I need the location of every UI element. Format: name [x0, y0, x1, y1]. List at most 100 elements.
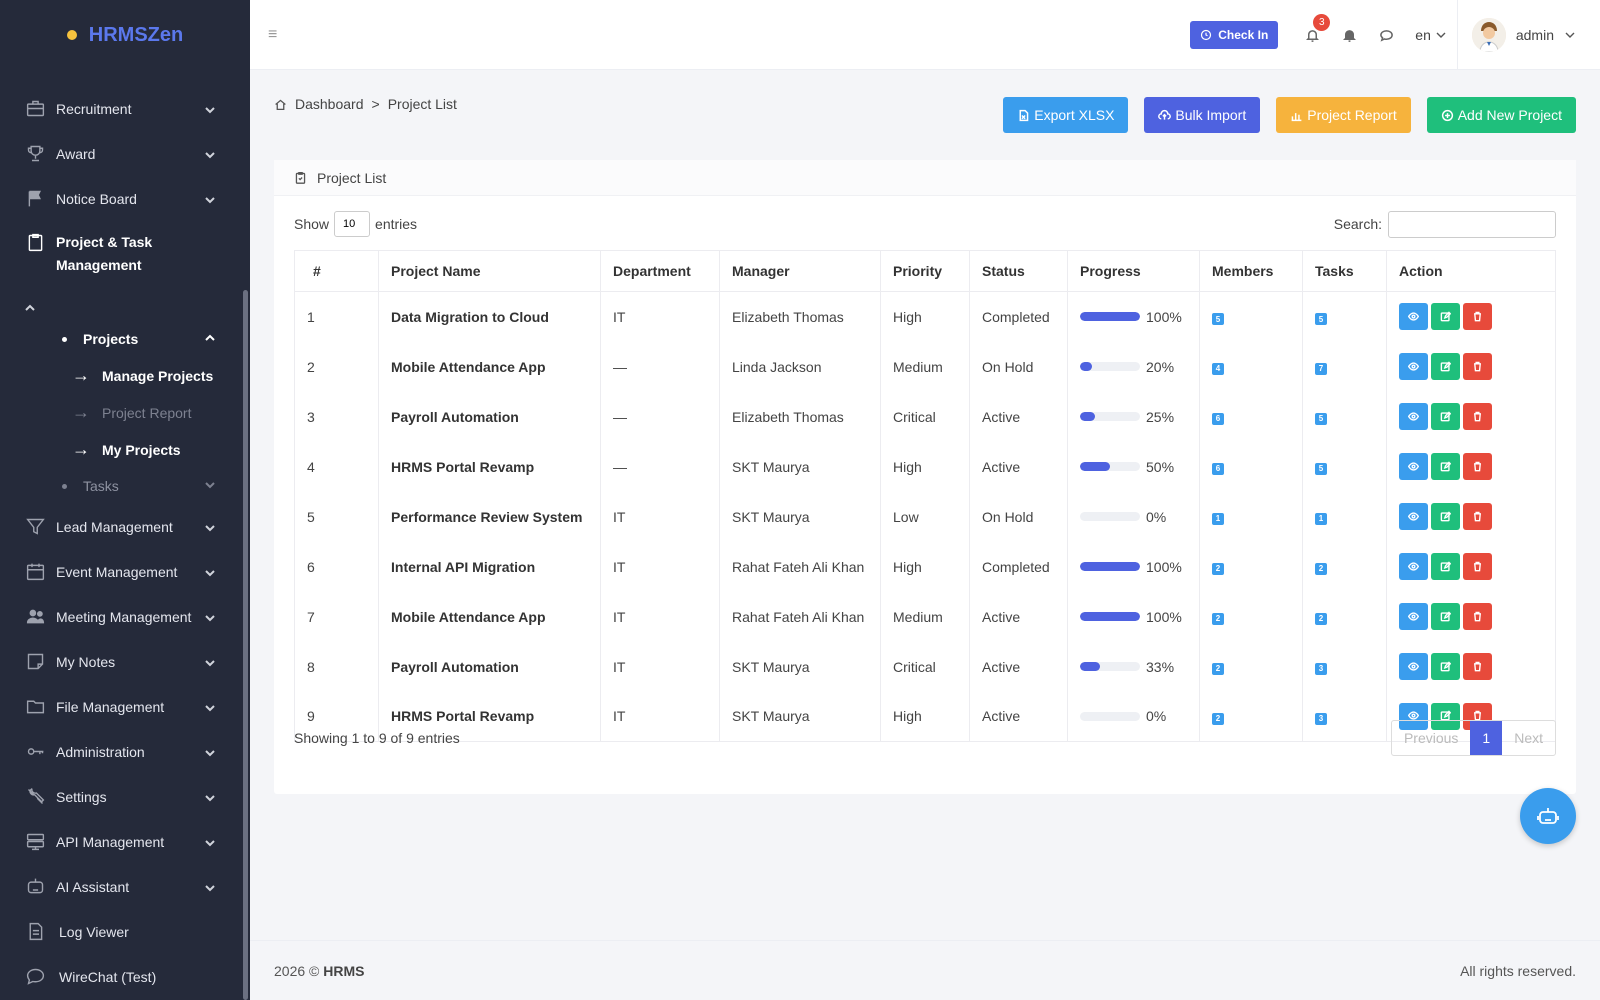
sidebar-item-api-management[interactable]: API Management — [0, 819, 240, 864]
column-header[interactable]: # — [294, 250, 379, 292]
next-page-button[interactable]: Next — [1502, 721, 1555, 755]
department: — — [600, 341, 720, 392]
status: Active — [969, 441, 1068, 492]
column-header[interactable]: Members — [1199, 250, 1303, 292]
user-menu[interactable]: admin — [1456, 0, 1600, 70]
progress-bar — [1080, 362, 1140, 371]
column-header[interactable]: Manager — [719, 250, 881, 292]
column-header[interactable]: Tasks — [1302, 250, 1387, 292]
sidebar-item-meeting-management[interactable]: Meeting Management — [0, 594, 240, 639]
sidebar-item-ai-assistant[interactable]: AI Assistant — [0, 864, 240, 909]
delete-button[interactable] — [1463, 403, 1492, 430]
add-new-project-button[interactable]: Add New Project — [1426, 97, 1576, 133]
brand[interactable]: HRMSZen — [0, 0, 250, 70]
sidebar-item-project-task-management[interactable]: Project & Task Management — [0, 221, 240, 321]
delete-button[interactable] — [1463, 453, 1492, 480]
sidebar-item-manage-projects[interactable]: → Manage Projects — [62, 357, 240, 394]
action-cell — [1386, 341, 1556, 392]
column-header[interactable]: Priority — [880, 250, 970, 292]
edit-button[interactable] — [1431, 353, 1460, 380]
view-button[interactable] — [1399, 553, 1428, 580]
eye-icon — [1407, 609, 1420, 625]
export-xlsx-button[interactable]: Export XLSX — [1003, 97, 1129, 133]
alerts-button[interactable] — [1331, 28, 1368, 43]
bell-filled-icon — [1343, 29, 1357, 42]
chevron-down-icon — [204, 103, 216, 115]
delete-button[interactable] — [1463, 353, 1492, 380]
hamburger-menu-icon[interactable]: ≡ — [268, 26, 282, 44]
notifications-button[interactable]: 3 — [1294, 13, 1331, 43]
members-badge: 6 — [1212, 412, 1224, 425]
view-button[interactable] — [1399, 403, 1428, 430]
delete-button[interactable] — [1463, 553, 1492, 580]
edit-button[interactable] — [1431, 653, 1460, 680]
sidebar-item-log-viewer[interactable]: Log Viewer — [0, 909, 240, 954]
sidebar-item-tasks[interactable]: Tasks — [62, 468, 240, 504]
calendar-icon — [24, 561, 46, 583]
view-button[interactable] — [1399, 353, 1428, 380]
copyright-year: 2026 © — [274, 962, 320, 979]
sidebar-item-notice-board[interactable]: Notice Board — [0, 176, 240, 221]
note-icon — [24, 651, 46, 673]
sidebar-item-wirechat[interactable]: WireChat (Test) — [0, 954, 240, 999]
page-length-select[interactable] — [334, 211, 371, 237]
view-button[interactable] — [1399, 303, 1428, 331]
tasks-badge: 3 — [1315, 662, 1327, 675]
delete-button[interactable] — [1463, 503, 1492, 530]
column-header[interactable]: Progress — [1067, 250, 1200, 292]
edit-button[interactable] — [1431, 303, 1460, 331]
search-input[interactable] — [1388, 210, 1556, 238]
edit-button[interactable] — [1431, 453, 1460, 480]
view-button[interactable] — [1399, 603, 1428, 630]
manager: Linda Jackson — [719, 341, 881, 392]
username: admin — [1515, 27, 1554, 43]
previous-page-button[interactable]: Previous — [1392, 721, 1470, 755]
view-button[interactable] — [1399, 503, 1428, 530]
edit-button[interactable] — [1431, 403, 1460, 430]
chevron-down-icon — [204, 478, 216, 494]
ai-chatbot-button[interactable] — [1520, 788, 1576, 844]
row-actions — [1399, 353, 1543, 380]
main-content: Dashboard > Project List Export XLSX Bul… — [250, 70, 1600, 940]
row-actions — [1399, 303, 1543, 331]
sidebar-item-settings[interactable]: Settings — [0, 774, 240, 819]
delete-button[interactable] — [1463, 653, 1492, 680]
sidebar-item-file-management[interactable]: File Management — [0, 684, 240, 729]
sidebar-item-projects[interactable]: Projects — [62, 321, 240, 357]
column-header[interactable]: Project Name — [378, 250, 601, 292]
sidebar-item-recruitment[interactable]: Recruitment — [0, 86, 240, 131]
delete-button[interactable] — [1463, 303, 1492, 331]
status: Active — [969, 591, 1068, 642]
priority: Low — [880, 491, 970, 542]
progress-cell: 0% — [1067, 491, 1200, 542]
sidebar-item-administration[interactable]: Administration — [0, 729, 240, 774]
column-header[interactable]: Department — [600, 250, 720, 292]
bulk-import-button[interactable]: Bulk Import — [1144, 97, 1261, 133]
progress-percent: 100% — [1146, 308, 1182, 325]
project-report-button[interactable]: Project Report — [1276, 97, 1411, 133]
members-badge: 6 — [1212, 462, 1224, 475]
sidebar-item-event-management[interactable]: Event Management — [0, 549, 240, 594]
column-header[interactable]: Status — [969, 250, 1068, 292]
sidebar-item-my-notes[interactable]: My Notes — [0, 639, 240, 684]
edit-button[interactable] — [1431, 503, 1460, 530]
delete-button[interactable] — [1463, 603, 1492, 630]
chevron-up-icon — [24, 301, 36, 313]
language-selector[interactable]: en — [1415, 27, 1447, 43]
sidebar-item-my-projects[interactable]: → My Projects — [62, 431, 240, 468]
sidebar-item-lead-management[interactable]: Lead Management — [0, 504, 240, 549]
edit-button[interactable] — [1431, 553, 1460, 580]
sidebar-scrollbar[interactable] — [243, 290, 248, 1000]
row-number: 3 — [294, 391, 379, 442]
sidebar-item-award[interactable]: Award — [0, 131, 240, 176]
page-1-button[interactable]: 1 — [1470, 721, 1503, 755]
sidebar-item-project-report[interactable]: → Project Report — [62, 394, 240, 431]
breadcrumb-home-link[interactable]: Dashboard — [295, 96, 364, 112]
check-in-button[interactable]: Check In — [1190, 21, 1279, 49]
sidebar-item-label: Project & Task Management — [56, 234, 153, 273]
edit-button[interactable] — [1431, 603, 1460, 630]
view-button[interactable] — [1399, 453, 1428, 480]
arrow-right-icon: → — [72, 402, 90, 422]
messages-button[interactable] — [1368, 28, 1405, 43]
view-button[interactable] — [1399, 653, 1428, 680]
